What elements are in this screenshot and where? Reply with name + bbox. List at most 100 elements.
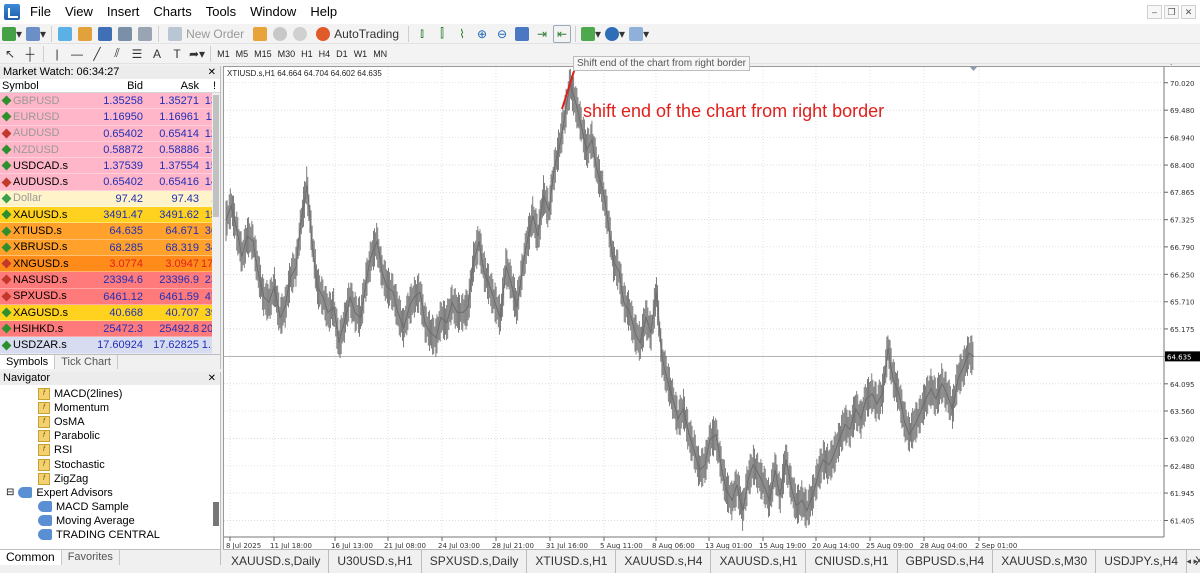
expert-item[interactable]: Moving Average xyxy=(0,514,220,528)
expert-item[interactable]: MACD Sample xyxy=(0,500,220,514)
profiles-button[interactable]: ▾ xyxy=(25,25,47,43)
text-icon[interactable]: A xyxy=(148,45,166,63)
crosshair-icon[interactable]: ┼ xyxy=(21,45,39,63)
market-watch-row[interactable]: XBRUSD.s 68.285 68.319 34 xyxy=(0,239,220,256)
menu-window[interactable]: Window xyxy=(243,0,303,24)
tab-symbols[interactable]: Symbols xyxy=(0,355,56,369)
timeframe-mn[interactable]: MN xyxy=(370,49,390,59)
restore-icon[interactable]: ❐ xyxy=(1164,5,1179,19)
metaeditor-icon[interactable] xyxy=(251,25,269,43)
arrows-icon[interactable]: ➦▾ xyxy=(188,45,206,63)
signals-icon[interactable] xyxy=(271,25,289,43)
indicator-item[interactable]: f RSI xyxy=(0,443,220,457)
market-watch-row[interactable]: NZDUSD 0.58872 0.58886 14 xyxy=(0,141,220,159)
autotrading-button[interactable]: AutoTrading xyxy=(311,25,404,43)
new-order-button[interactable]: New Order xyxy=(163,25,249,43)
chart-tab[interactable]: SPXUSD.s,Daily xyxy=(422,550,528,573)
terminal-icon[interactable] xyxy=(116,25,134,43)
chart-tab[interactable]: XAUUSD.s,H4 xyxy=(616,550,712,573)
indicator-item[interactable]: f ZigZag xyxy=(0,472,220,486)
templates-button[interactable]: ▾ xyxy=(628,25,650,43)
market-watch-row[interactable]: XTIUSD.s 64.635 64.671 36 xyxy=(0,223,220,240)
scrollbar-thumb[interactable] xyxy=(213,95,219,217)
collapse-icon[interactable]: ⊟ xyxy=(6,486,14,500)
close-icon[interactable]: ✕ xyxy=(1181,5,1196,19)
indicator-item[interactable]: f OsMA xyxy=(0,415,220,429)
navigator-icon[interactable] xyxy=(96,25,114,43)
line-chart-icon[interactable]: ⌇ xyxy=(453,25,471,43)
market-watch-row[interactable]: AUDUSD 0.65402 0.65414 12 xyxy=(0,125,220,142)
zoom-in-icon[interactable]: ⊕ xyxy=(473,25,491,43)
chart-tab[interactable]: XAUUSD.s,H1 xyxy=(711,550,807,573)
horizontal-line-icon[interactable]: — xyxy=(68,45,86,63)
tab-common[interactable]: Common xyxy=(0,550,62,565)
chart-tab[interactable]: XAUUSD.s,Daily xyxy=(223,550,330,573)
market-watch-row[interactable]: XAGUSD.s 40.668 40.707 39 xyxy=(0,304,220,322)
cursor-icon[interactable]: ↖ xyxy=(1,45,19,63)
scrollbar-thumb[interactable] xyxy=(213,502,219,526)
close-icon[interactable]: ✕ xyxy=(208,372,216,385)
timeframe-h4[interactable]: H4 xyxy=(316,49,334,59)
menu-view[interactable]: View xyxy=(58,0,100,24)
chart-tab[interactable]: XAUUSD.s,M30 xyxy=(993,550,1097,573)
menu-help[interactable]: Help xyxy=(303,0,344,24)
vertical-line-icon[interactable]: | xyxy=(48,45,66,63)
market-watch-row[interactable]: AUDUSD.s 0.65402 0.65416 14 xyxy=(0,174,220,191)
timeframe-h1[interactable]: H1 xyxy=(298,49,316,59)
tab-scroll-arrows[interactable]: ◂ ▸ xyxy=(1186,556,1198,567)
menu-insert[interactable]: Insert xyxy=(100,0,147,24)
price-chart[interactable]: 70.020 69.480 68.940 68.400 67.865 67.325 66.7… xyxy=(223,66,1200,550)
tab-tick-chart[interactable]: Tick Chart xyxy=(55,355,118,369)
chart-tab[interactable]: U30USD.s,H1 xyxy=(329,550,422,573)
expert-item[interactable]: TRADING CENTRAL xyxy=(0,528,220,542)
market-watch-row[interactable]: USDCAD.s 1.37539 1.37554 15 xyxy=(0,158,220,175)
bar-chart-icon[interactable]: ⫾ xyxy=(413,25,431,43)
menu-file[interactable]: File xyxy=(23,0,58,24)
new-chart-button[interactable]: ▾ xyxy=(1,25,23,43)
market-watch-row[interactable]: NASUSD.s 23394.6 23396.9 23 xyxy=(0,272,220,289)
channel-icon[interactable]: ⫽ xyxy=(108,45,126,63)
candlestick-icon[interactable]: ⫿ xyxy=(433,25,451,43)
data-window-icon[interactable] xyxy=(76,25,94,43)
market-watch-row[interactable]: XNGUSD.s 3.0774 3.0947 173 xyxy=(0,255,220,273)
strategy-tester-icon[interactable] xyxy=(136,25,154,43)
timeframe-m1[interactable]: M1 xyxy=(214,49,233,59)
market-watch-row[interactable]: Dollar97.4297.431 xyxy=(0,190,220,208)
market-watch-row[interactable]: SPXUSD.s 6461.12 6461.59 47 xyxy=(0,288,220,305)
chart-tab[interactable]: CNIUSD.s,H1 xyxy=(806,550,898,573)
col-bid[interactable]: Bid xyxy=(90,79,145,92)
tab-favorites[interactable]: Favorites xyxy=(62,550,120,565)
close-icon[interactable]: ✕ xyxy=(208,66,216,79)
timeframe-m5[interactable]: M5 xyxy=(233,49,252,59)
menu-charts[interactable]: Charts xyxy=(146,0,198,24)
scrollbar[interactable] xyxy=(212,502,220,528)
chart-tab[interactable]: XTIUSD.s,H1 xyxy=(527,550,617,573)
menu-tools[interactable]: Tools xyxy=(199,0,243,24)
market-watch-row[interactable]: XAUUSD.s 3491.47 3491.62 15 xyxy=(0,207,220,224)
col-symbol[interactable]: Symbol xyxy=(0,79,90,92)
market-watch-row[interactable]: GBPUSD 1.35258 1.35271 13 xyxy=(0,93,220,110)
timeframe-w1[interactable]: W1 xyxy=(351,49,371,59)
market-icon[interactable] xyxy=(291,25,309,43)
indicator-item[interactable]: f MACD(2lines) xyxy=(0,387,220,401)
timeframe-m30[interactable]: M30 xyxy=(275,49,299,59)
minimize-icon[interactable]: – xyxy=(1147,5,1162,19)
market-watch-row[interactable]: HSIHKD.s 25472.3 25492.8 205 xyxy=(0,321,220,338)
scrollbar[interactable] xyxy=(212,93,220,355)
indicators-button[interactable]: ▾ xyxy=(580,25,602,43)
text-label-icon[interactable]: T xyxy=(168,45,186,63)
chart-shift-icon[interactable]: ⇤ xyxy=(553,24,572,43)
col-ask[interactable]: Ask xyxy=(145,79,201,92)
market-watch-icon[interactable] xyxy=(56,25,74,43)
fibonacci-icon[interactable]: ☰ xyxy=(128,45,146,63)
indicator-item[interactable]: f Parabolic xyxy=(0,429,220,443)
tile-windows-icon[interactable] xyxy=(513,25,531,43)
chart-tab[interactable]: USDJPY.s,H4 xyxy=(1096,550,1188,573)
expert-advisors-folder[interactable]: ⊟ Expert Advisors xyxy=(0,486,220,500)
zoom-out-icon[interactable]: ⊖ xyxy=(493,25,511,43)
indicator-item[interactable]: f Stochastic xyxy=(0,457,220,471)
trendline-icon[interactable]: ╱ xyxy=(88,45,106,63)
timeframe-d1[interactable]: D1 xyxy=(333,49,351,59)
market-watch-row[interactable]: EURUSD1.169501.1696111 xyxy=(0,109,220,126)
timeframe-m15[interactable]: M15 xyxy=(251,49,275,59)
